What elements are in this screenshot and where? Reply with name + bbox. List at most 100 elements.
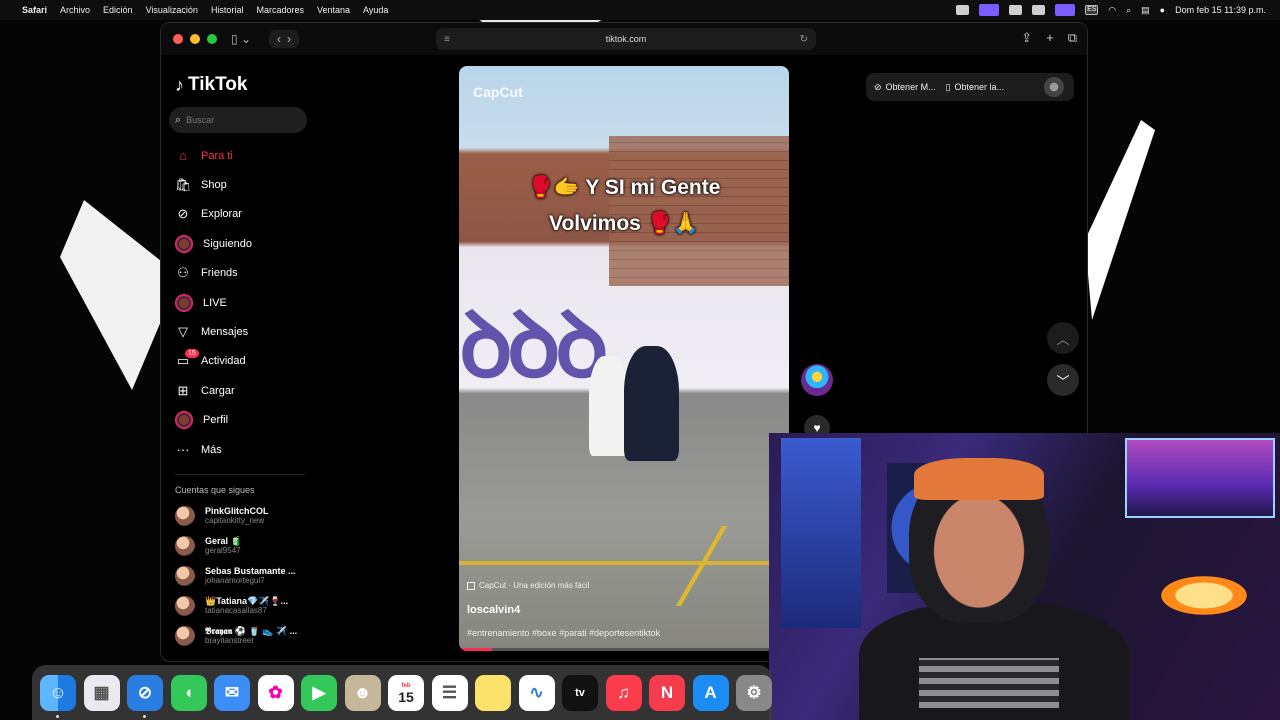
- nav-item-mensajes[interactable]: ▽ Mensajes: [169, 317, 314, 346]
- dock-news[interactable]: N: [649, 674, 685, 711]
- nav-item-para-ti[interactable]: ⌂ Para ti: [169, 141, 314, 170]
- sidebar-toggle-icon[interactable]: ▯ ⌄: [231, 32, 251, 46]
- nav-item-actividad[interactable]: ▭ 15 Actividad: [169, 347, 314, 376]
- nav-item-mas[interactable]: ··· Más: [169, 435, 314, 464]
- share-icon[interactable]: ⇪: [1021, 30, 1032, 46]
- following-account[interactable]: PinkGlitchCOL capitankitty_new: [169, 501, 314, 531]
- video-username[interactable]: loscalvin4: [467, 604, 520, 616]
- menu-ventana[interactable]: Ventana: [317, 5, 350, 15]
- menu-edicion[interactable]: Edición: [103, 5, 133, 15]
- menu-app-name[interactable]: Safari: [22, 5, 47, 15]
- following-account[interactable]: 👑Tatiana💎✈️🍷... tatianacasallas87: [169, 591, 314, 621]
- reload-icon[interactable]: ↻: [800, 34, 808, 45]
- dock-photos[interactable]: ✿: [257, 674, 294, 711]
- menu-ayuda[interactable]: Ayuda: [363, 5, 388, 15]
- menu-marcadores[interactable]: Marcadores: [256, 5, 304, 15]
- previous-video-button[interactable]: ︿: [1047, 322, 1079, 354]
- dock-app-store[interactable]: A: [692, 674, 729, 711]
- menu-historial[interactable]: Historial: [211, 5, 244, 15]
- video-progress[interactable]: [459, 648, 789, 651]
- nav-label: Mensajes: [201, 326, 249, 339]
- url-text: tiktok.com: [605, 34, 647, 44]
- new-tab-icon[interactable]: +: [1046, 30, 1054, 46]
- profile-avatar[interactable]: [1044, 77, 1064, 97]
- spotlight-icon[interactable]: ⌕: [1126, 5, 1131, 16]
- capcut-link[interactable]: CapCut · Una edición más fácil: [467, 581, 589, 590]
- stage-manager-icon[interactable]: [1055, 4, 1076, 16]
- tiktok-logo[interactable]: ♪ TikTok: [175, 73, 314, 97]
- dock-launchpad[interactable]: ▦: [83, 674, 120, 711]
- send-icon: ▽: [178, 324, 188, 340]
- dock-settings[interactable]: ⚙: [736, 674, 772, 711]
- dock-contacts[interactable]: ☻: [344, 674, 381, 711]
- creator-avatar[interactable]: [801, 364, 833, 396]
- screen-record-icon[interactable]: [979, 4, 1000, 16]
- following-account[interactable]: Geral 🧃 geral9547: [169, 531, 314, 561]
- dock-calendar[interactable]: feb 15: [388, 674, 424, 711]
- dock-music[interactable]: ♫: [605, 674, 642, 711]
- video-player[interactable]: ꝺꝺꝺ CapCut 🥊🫱 Y SI mi Gente Volvimos 🥊🙏 …: [459, 66, 789, 651]
- nav-label: LIVE: [203, 296, 227, 309]
- video-person: [589, 356, 627, 456]
- caption-line: 🥊🫱 Y SI mi Gente: [527, 176, 721, 199]
- nav-item-shop[interactable]: 🛍 Shop: [169, 170, 314, 199]
- control-center-icon[interactable]: ▤: [1141, 5, 1150, 16]
- dock-tv[interactable]: tv: [562, 674, 598, 711]
- menu-visualizacion[interactable]: Visualización: [146, 5, 198, 15]
- tiktok-sidebar: ♪ TikTok ⌕ Buscar ⌂ Para ti 🛍 Shop ⊘ Exp…: [169, 61, 314, 661]
- nav-item-live[interactable]: LIVE: [169, 288, 314, 317]
- nav-label: Friends: [201, 267, 238, 280]
- wallpaper-shape: [1085, 120, 1155, 320]
- input-source-icon[interactable]: ES: [1085, 5, 1099, 15]
- nav-item-friends[interactable]: ⚇ Friends: [169, 259, 314, 288]
- nav-item-siguiendo[interactable]: Siguiendo: [169, 229, 314, 258]
- calendar-day: 15: [398, 688, 414, 705]
- running-indicator: [56, 714, 59, 718]
- minimize-window-button[interactable]: [190, 34, 200, 44]
- menu-clock[interactable]: Dom feb 15 11:39 p.m.: [1175, 5, 1266, 15]
- wifi-icon[interactable]: ◠: [1108, 5, 1116, 16]
- avatar-icon: [175, 234, 193, 253]
- next-video-button[interactable]: ﹀: [1047, 364, 1079, 396]
- capcut-icon: [467, 581, 475, 590]
- menu-archivo[interactable]: Archivo: [60, 5, 90, 15]
- home-icon: ⌂: [179, 148, 187, 164]
- search-input[interactable]: ⌕ Buscar: [169, 107, 307, 133]
- get-coins-button[interactable]: ⊘ Obtener M...: [874, 82, 936, 93]
- dock-safari[interactable]: ⊘: [127, 674, 163, 718]
- nav-item-explorar[interactable]: ⊘ Explorar: [169, 200, 314, 229]
- divider: [175, 474, 305, 476]
- back-icon[interactable]: ‹: [277, 32, 281, 46]
- dock-facetime[interactable]: ▶: [301, 674, 337, 711]
- dock-notes[interactable]: [475, 674, 511, 711]
- account-name: 𝕭𝖗𝖆𝖞𝖆𝖓 ⚽ 🥤 👟 ✈️ ...: [205, 626, 298, 637]
- dock-freeform[interactable]: ∿: [518, 674, 555, 711]
- forward-icon[interactable]: ›: [287, 32, 291, 46]
- close-window-button[interactable]: [173, 34, 183, 44]
- plus-icon: ⊞: [177, 382, 189, 398]
- cloud-icon[interactable]: [1009, 5, 1023, 15]
- capcut-watermark: CapCut: [473, 84, 523, 100]
- account-handle: johanamortegui7: [205, 576, 265, 586]
- bed-icon[interactable]: [1032, 5, 1046, 15]
- dock-finder[interactable]: ☺: [40, 674, 76, 718]
- page-menu-icon[interactable]: ≡: [444, 34, 450, 45]
- nav-item-perfil[interactable]: Perfil: [169, 406, 314, 435]
- get-app-button[interactable]: ▯ Obtener la...: [946, 82, 1004, 93]
- address-bar[interactable]: ≡ tiktok.com ↻: [436, 28, 816, 50]
- webcam-person-cap: [914, 458, 1044, 500]
- shop-icon: 🛍: [175, 177, 192, 193]
- dock-mail[interactable]: ✉: [214, 674, 250, 711]
- safari-toolbar: ▯ ⌄ ‹ › ≡ tiktok.com ↻ ⇪ + ⧉: [161, 23, 1087, 55]
- siri-icon[interactable]: ●: [1160, 5, 1165, 15]
- nav-item-cargar[interactable]: ⊞ Cargar: [169, 376, 314, 405]
- dock-reminders[interactable]: ☰: [431, 674, 468, 711]
- video-hashtags[interactable]: #entrenamiento #boxe #parati #deportesen…: [467, 628, 660, 638]
- following-account[interactable]: 𝕭𝖗𝖆𝖞𝖆𝖓 ⚽ 🥤 👟 ✈️ ... brayitanstreet: [169, 621, 314, 651]
- nav-label: Perfil: [203, 414, 229, 427]
- status-icon[interactable]: [956, 5, 970, 15]
- dock-messages[interactable]: ◖: [170, 674, 207, 711]
- tab-overview-icon[interactable]: ⧉: [1068, 30, 1077, 46]
- zoom-window-button[interactable]: [207, 34, 217, 44]
- following-account[interactable]: Sebas Bustamante ... johanamortegui7: [169, 561, 314, 591]
